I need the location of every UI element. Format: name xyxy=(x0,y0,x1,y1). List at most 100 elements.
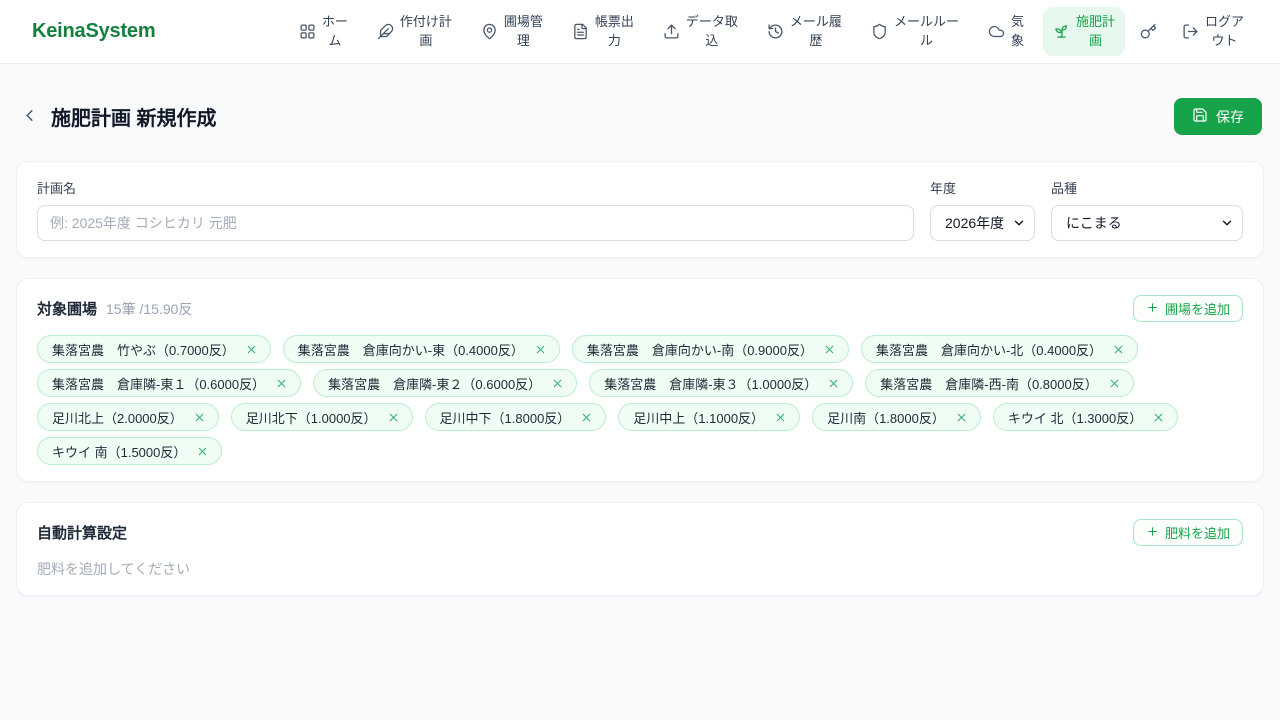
field-chip-label: 足川北下（1.0000反） xyxy=(245,410,377,426)
field-chip-label: 足川中下（1.8000反） xyxy=(439,410,571,426)
main-content: 施肥計画 新規作成 保存 計画名 年度 2026年度 品種 xyxy=(0,98,1280,596)
plus-icon xyxy=(1146,301,1159,317)
plan-name-label: 計画名 xyxy=(37,181,77,196)
grid-icon xyxy=(299,23,316,40)
add-fertilizer-button-label: 肥料を追加 xyxy=(1164,526,1230,541)
chip-remove-button[interactable] xyxy=(827,377,840,390)
auto-calc-empty-message: 肥料を追加してください xyxy=(37,561,191,577)
nav-item-label: メールルー ル xyxy=(893,14,959,48)
nav-item-home[interactable]: ホー ム xyxy=(289,7,358,55)
upload-icon xyxy=(663,23,680,40)
feather-icon xyxy=(377,23,394,40)
target-fields-title: 対象圃場 xyxy=(37,301,98,318)
brand-logo: KeinaSystem xyxy=(32,20,156,42)
field-chip: 集落宮農 倉庫向かい-北（0.4000反） xyxy=(860,335,1139,363)
nav-item-label: 施肥計 画 xyxy=(1075,14,1115,48)
field-chip-label: 集落宮農 倉庫隣-西-南（0.8000反） xyxy=(880,376,1098,392)
nav-menu: ホー ム 作付け計 画 圃場管 理 帳票出 力 データ取 込 メール履 歴 メールルー ル 気… xyxy=(289,7,1254,56)
nav-item-cropping-plan[interactable]: 作付け計 画 xyxy=(367,7,462,55)
field-chip-label: 足川北上（2.0000反） xyxy=(52,410,183,426)
field-chip: 足川中上（1.1000反） xyxy=(618,403,801,431)
field-chip-label: キウイ 北（1.3000反） xyxy=(1007,410,1143,426)
chip-remove-button[interactable] xyxy=(1152,411,1165,424)
chip-remove-button[interactable] xyxy=(275,377,288,390)
plan-form-card: 計画名 年度 2026年度 品種 にこまる xyxy=(16,161,1264,258)
field-chip: 足川北下（1.0000反） xyxy=(230,403,413,431)
chip-remove-button[interactable] xyxy=(1108,377,1121,390)
chip-remove-button[interactable] xyxy=(955,411,968,424)
year-label: 年度 xyxy=(930,181,957,196)
field-chip: 集落宮農 倉庫隣-西-南（0.8000反） xyxy=(865,369,1134,397)
auto-calc-title: 自動計算設定 xyxy=(37,525,128,542)
field-chip-label: キウイ 南（1.5000反） xyxy=(52,444,187,460)
nav-item-logout[interactable]: ログア ウト xyxy=(1172,7,1254,55)
variety-group: 品種 にこまる xyxy=(1051,178,1243,241)
document-icon xyxy=(572,23,589,40)
field-chip: 足川南（1.8000反） xyxy=(812,403,981,431)
variety-select[interactable]: にこまる xyxy=(1051,205,1243,241)
nav-item-fertilization-plan[interactable]: 施肥計 画 xyxy=(1042,7,1125,56)
year-select[interactable]: 2026年度 xyxy=(930,205,1035,241)
field-chip-label: 集落宮農 倉庫向かい-南（0.9000反） xyxy=(586,342,813,358)
field-chip: キウイ 北（1.3000反） xyxy=(992,403,1179,431)
map-pin-icon xyxy=(481,23,498,40)
plan-name-input[interactable] xyxy=(37,205,914,241)
nav-item-weather[interactable]: 気 象 xyxy=(978,7,1034,55)
nav-item-label: 帳票出 力 xyxy=(594,14,634,48)
field-chip: 集落宮農 倉庫向かい-東（0.4000反） xyxy=(282,335,560,363)
field-chip-label: 集落宮農 倉庫隣-東３（1.0000反） xyxy=(604,376,818,392)
field-chip: 足川中下（1.8000反） xyxy=(424,403,607,431)
auto-calc-card: 自動計算設定 肥料を追加 肥料を追加してください xyxy=(16,502,1264,596)
chip-remove-button[interactable] xyxy=(534,343,547,356)
back-button[interactable] xyxy=(18,104,41,130)
chip-remove-button[interactable] xyxy=(193,411,206,424)
chip-remove-button[interactable] xyxy=(245,343,258,356)
field-chip-label: 集落宮農 倉庫隣-東２（0.6000反） xyxy=(328,376,542,392)
nav-item-key[interactable] xyxy=(1134,17,1163,46)
sprout-icon xyxy=(1053,23,1070,40)
field-chip: 足川北上（2.0000反） xyxy=(37,403,219,431)
nav-item-report-output[interactable]: 帳票出 力 xyxy=(562,7,644,55)
chip-remove-button[interactable] xyxy=(823,343,836,356)
field-chip: キウイ 南（1.5000反） xyxy=(37,437,223,465)
nav-item-label: ログア ウト xyxy=(1204,14,1244,48)
nav-item-mail-history[interactable]: メール履 歴 xyxy=(757,7,852,55)
chevron-left-icon xyxy=(20,106,39,128)
add-field-button-label: 圃場を追加 xyxy=(1164,302,1230,317)
save-button[interactable]: 保存 xyxy=(1174,98,1262,135)
field-chip-list: 集落宮農 竹やぶ（0.7000反） 集落宮農 倉庫向かい-東（0.4000反） 集落… xyxy=(37,335,1243,465)
field-chip: 集落宮農 倉庫隣-東３（1.0000反） xyxy=(589,369,854,397)
nav-item-label: メール履 歴 xyxy=(789,14,842,48)
key-icon xyxy=(1140,23,1157,40)
field-chip-label: 集落宮農 倉庫向かい-東（0.4000反） xyxy=(297,342,524,358)
field-chip-label: 足川南（1.8000反） xyxy=(827,410,945,426)
nav-item-label: 作付け計 画 xyxy=(399,14,452,48)
save-icon xyxy=(1192,107,1208,126)
field-chip: 集落宮農 倉庫隣-東２（0.6000反） xyxy=(313,369,578,397)
nav-item-data-import[interactable]: データ取 込 xyxy=(653,7,748,55)
nav-item-label: ホー ム xyxy=(321,14,348,48)
top-navigation-bar: KeinaSystem ホー ム 作付け計 画 圃場管 理 帳票出 力 データ取 込 メー… xyxy=(0,0,1280,64)
history-icon xyxy=(767,23,784,40)
field-chip-label: 集落宮農 倉庫向かい-北（0.4000反） xyxy=(875,342,1103,358)
nav-item-field-management[interactable]: 圃場管 理 xyxy=(471,7,553,55)
field-chip-label: 集落宮農 竹やぶ（0.7000反） xyxy=(52,342,235,358)
year-group: 年度 2026年度 xyxy=(930,178,1035,241)
chip-remove-button[interactable] xyxy=(387,411,400,424)
chip-remove-button[interactable] xyxy=(774,411,787,424)
chip-remove-button[interactable] xyxy=(196,445,209,458)
nav-item-mail-rules[interactable]: メールルー ル xyxy=(861,7,969,55)
target-fields-card: 対象圃場 15筆 /15.90反 圃場を追加 集落宮農 竹やぶ（0.7000反）… xyxy=(16,278,1264,482)
field-chip: 集落宮農 倉庫隣-東１（0.6000反） xyxy=(37,369,302,397)
shield-icon xyxy=(871,23,888,40)
target-fields-summary: 15筆 /15.90反 xyxy=(106,300,193,317)
variety-label: 品種 xyxy=(1051,181,1078,196)
add-fertilizer-button[interactable]: 肥料を追加 xyxy=(1132,519,1243,546)
save-button-label: 保存 xyxy=(1216,108,1244,125)
chip-remove-button[interactable] xyxy=(580,411,593,424)
field-chip: 集落宮農 倉庫向かい-南（0.9000反） xyxy=(571,335,849,363)
plan-name-group: 計画名 xyxy=(37,178,914,241)
chip-remove-button[interactable] xyxy=(551,377,564,390)
chip-remove-button[interactable] xyxy=(1112,343,1125,356)
add-field-button[interactable]: 圃場を追加 xyxy=(1132,295,1243,322)
